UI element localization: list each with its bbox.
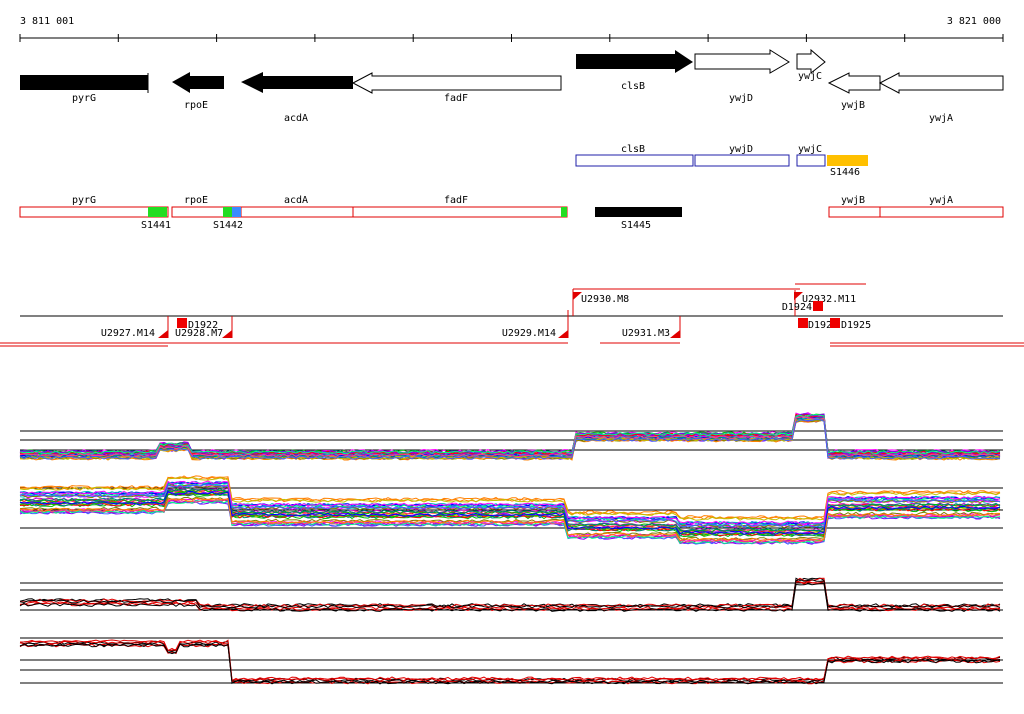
gene-arrow-ywjA[interactable]: [878, 72, 1004, 94]
blue-box-clsB[interactable]: [575, 154, 694, 167]
gene-arrow-ywjB[interactable]: [827, 72, 881, 94]
red-annotation-track: pyrG rpoE acdA fadF S1441 S1442 S1445 yw…: [19, 195, 1004, 231]
gene-label-rpoE: rpoE: [184, 100, 208, 111]
red-box-label-ywjA: ywjA: [929, 195, 953, 206]
segment-label-S1442: S1442: [213, 220, 243, 231]
segment-label-S1441: S1441: [141, 220, 171, 231]
red-box-label-ywjB: ywjB: [841, 195, 865, 206]
coordinate-ruler: 3 811 001 3 821 000: [19, 16, 1004, 42]
upshift-label-U2931: U2931.M3: [622, 328, 670, 339]
segment-S1446[interactable]: [827, 155, 868, 166]
gene-arrow-clsB[interactable]: [576, 50, 693, 73]
segment-label-S1445: S1445: [621, 220, 651, 231]
gene-label-fadF: fadF: [444, 93, 468, 104]
upshift-label-U2929: U2929.M14: [502, 328, 556, 339]
gene-label-ywjD: ywjD: [729, 93, 753, 104]
blue-box-label-clsB: clsB: [621, 144, 645, 155]
downshift-label-D1925: D1925: [841, 320, 871, 331]
red-box-label-fadF: fadF: [444, 195, 468, 206]
gene-arrow-ywjD[interactable]: [694, 49, 790, 74]
red-box-label-acdA: acdA: [284, 195, 308, 206]
gene-label-acdA: acdA: [284, 113, 308, 124]
downshift-marker-D1926[interactable]: [798, 318, 808, 328]
downshift-label-D1922: D1922: [188, 320, 218, 331]
blue-box-ywjC[interactable]: [796, 154, 826, 167]
upshift-marker-U2927[interactable]: [158, 330, 168, 338]
downshift-marker-D1922[interactable]: [177, 318, 187, 328]
gene-label-pyrG: pyrG: [72, 93, 96, 104]
gene-label-ywjB: ywjB: [841, 100, 865, 111]
red-box-ywjB-ywjA[interactable]: [828, 206, 1004, 218]
ruler-end-label: 3 821 000: [947, 16, 1001, 27]
red-box-label-rpoE: rpoE: [184, 195, 208, 206]
upshift-marker-U2929[interactable]: [558, 330, 568, 338]
red-box-pyrG[interactable]: [19, 206, 169, 218]
segment-S1442-green[interactable]: [223, 207, 232, 217]
shift-track: U2927.M14 U2928.M7 U2929.M14 U2931.M3 U2…: [0, 283, 1024, 347]
segment-label-S1446: S1446: [830, 167, 860, 178]
segment-S1445[interactable]: [595, 207, 682, 217]
gene-label-clsB: clsB: [621, 81, 645, 92]
downshift-marker-D1924[interactable]: [813, 301, 823, 311]
downshift-label-D1924: D1924: [782, 302, 812, 313]
gene-arrow-acdA[interactable]: [241, 72, 353, 93]
blue-box-label-ywjC: ywjC: [798, 144, 822, 155]
gene-arrow-fadF[interactable]: [351, 72, 562, 94]
gene-label-ywjC: ywjC: [798, 71, 822, 82]
blue-box-ywjD[interactable]: [694, 154, 790, 167]
upshift-marker-U2928[interactable]: [222, 330, 232, 338]
segment-S1442-blue[interactable]: [232, 207, 241, 217]
segment-S1441[interactable]: [148, 207, 167, 217]
gene-track: pyrG rpoE acdA fadF clsB ywjD ywjC ywjB …: [20, 48, 1004, 124]
upshift-label-U2927: U2927.M14: [101, 328, 155, 339]
expression-profile-line: [19, 643, 1001, 685]
expression-panel-2: [19, 475, 1003, 545]
blue-annotation-track: clsB ywjD ywjC S1446: [575, 144, 868, 178]
ruler-start-label: 3 811 001: [20, 16, 74, 27]
upshift-label-U2930: U2930.M8: [581, 294, 629, 305]
expression-panel-1: [19, 412, 1003, 461]
gene-label-ywjA: ywjA: [929, 113, 953, 124]
gene-arrow-pyrG[interactable]: [20, 75, 148, 90]
genome-browser: 3 811 001 3 821 000 pyrG rpoE acdA fadF …: [0, 16, 1024, 685]
upshift-marker-U2931[interactable]: [670, 330, 680, 338]
expression-panel-4: [19, 637, 1003, 685]
segment-fadF-end[interactable]: [561, 207, 567, 217]
gene-arrow-rpoE[interactable]: [172, 72, 224, 93]
gene-arrow-ywjC[interactable]: [796, 48, 826, 75]
red-box-label-pyrG: pyrG: [72, 195, 96, 206]
blue-box-label-ywjD: ywjD: [729, 144, 753, 155]
downshift-marker-D1925[interactable]: [830, 318, 840, 328]
expression-panel-3: [19, 577, 1003, 612]
